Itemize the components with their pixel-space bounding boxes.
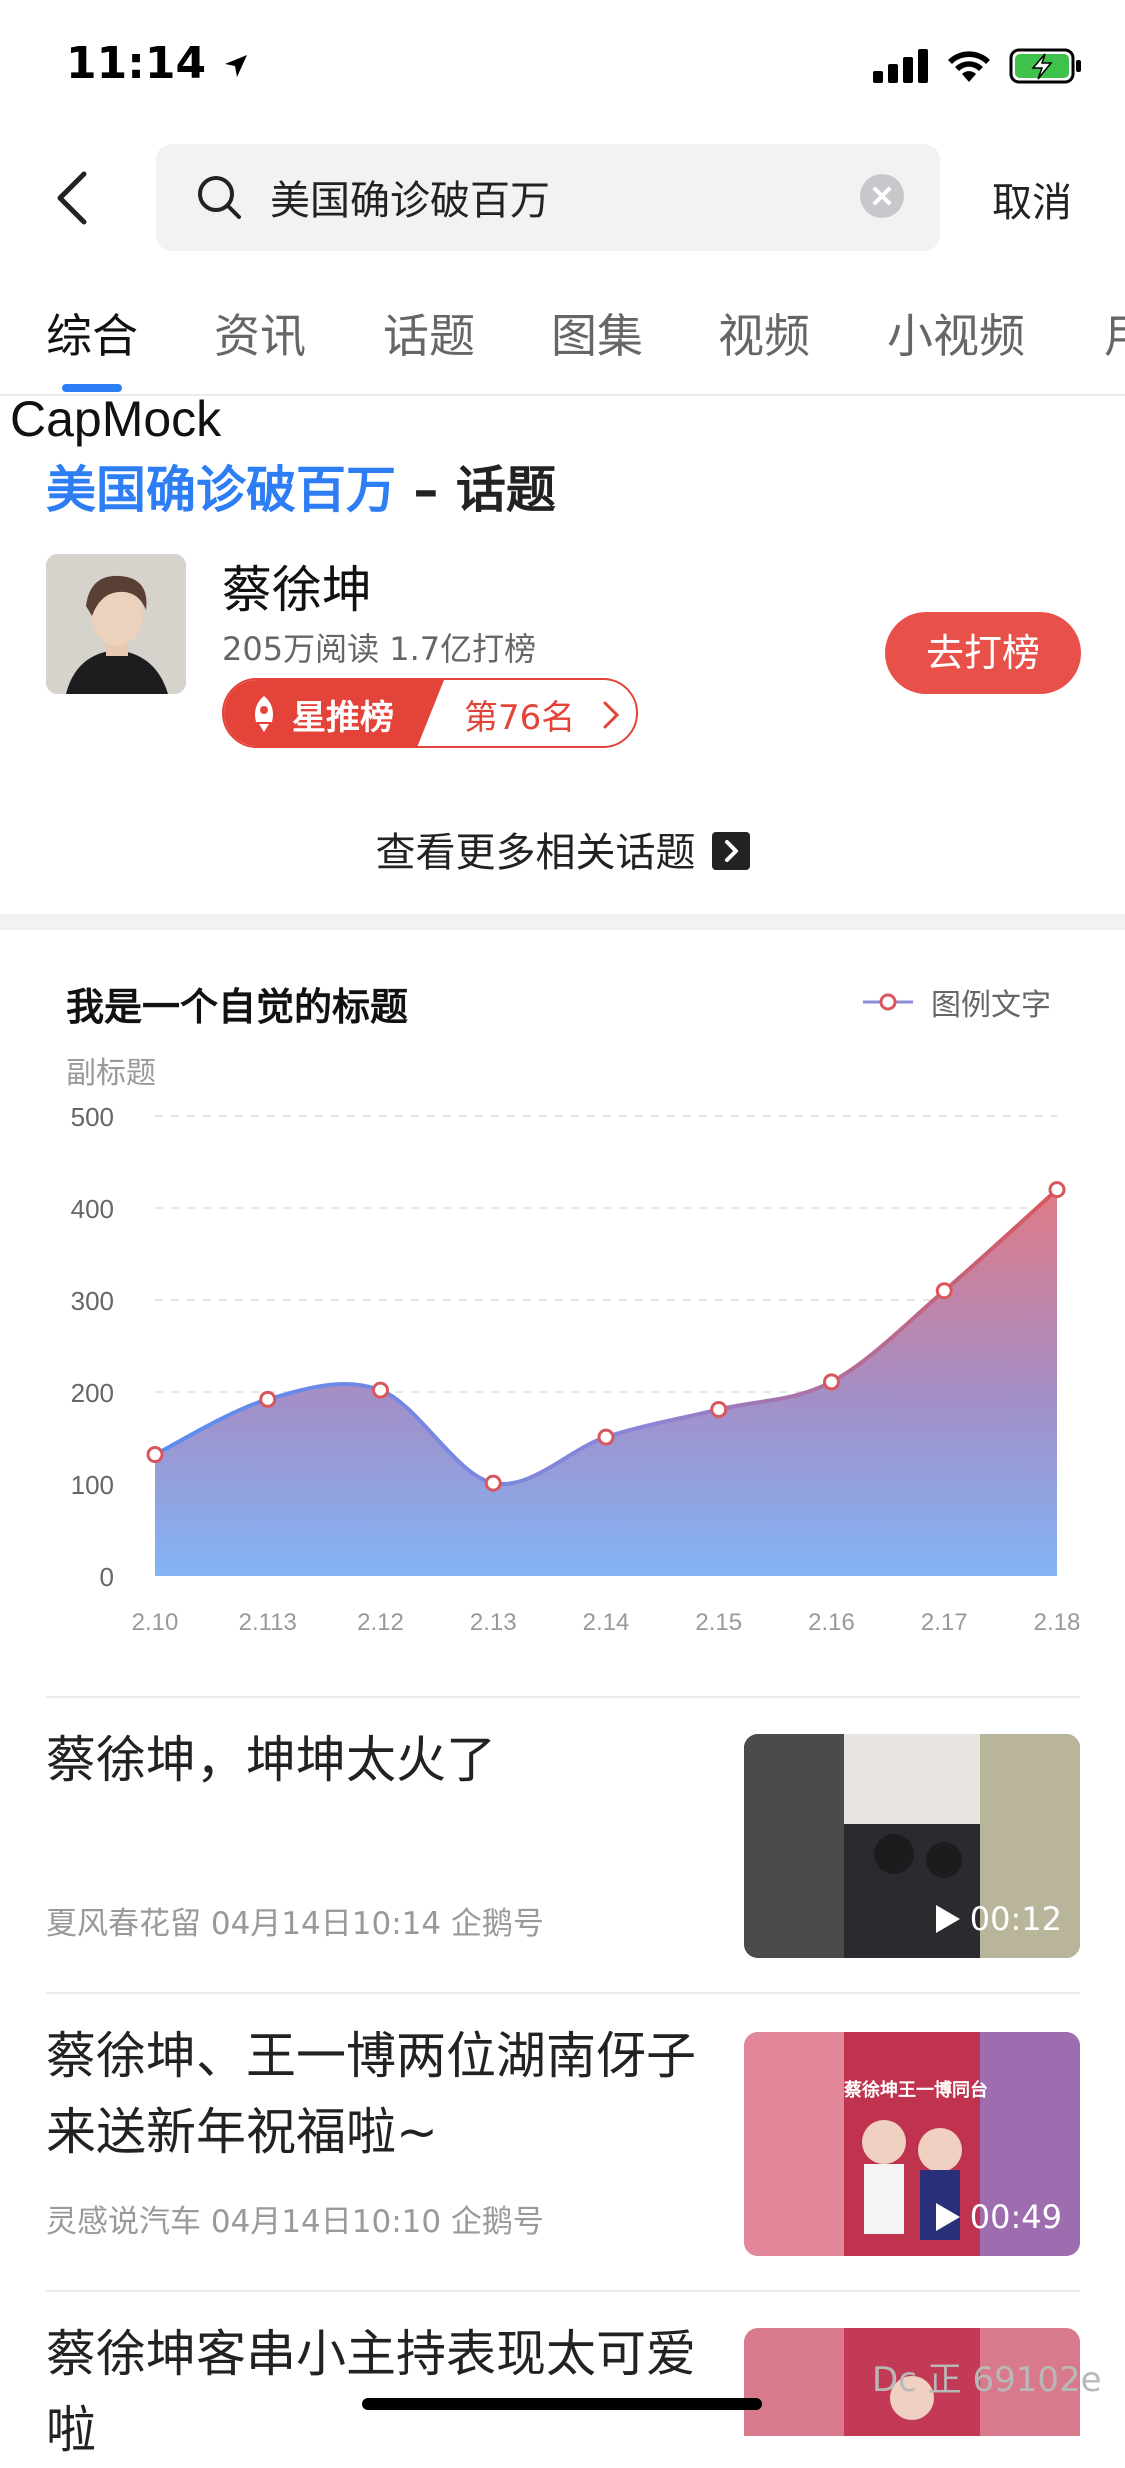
list-separator [46,1992,1080,1994]
chart-subtitle: 副标题 [66,1056,156,1091]
list-separator [46,2290,1080,2292]
tab-news[interactable]: 资讯 [214,300,306,366]
more-topics-label: 查看更多相关话题 [375,830,696,876]
news-meta: 灵感说汽车 04月14日10:10 企鹅号 [46,2204,544,2240]
status-time-text: 11:14 [66,38,207,89]
y-tick-label: 500 [71,1102,114,1132]
x-tick-label: 2.18 [1034,1609,1081,1636]
person-stats: 205万阅读 1.7亿打榜 [222,630,537,668]
watermark-text: Dc 正 69102e [872,2360,1102,2400]
avatar[interactable] [46,554,186,694]
home-indicator [362,2398,762,2410]
search-query: 美国确诊破百万 [270,178,550,224]
video-duration-text: 00:12 [969,1900,1062,1938]
person-photo [46,554,186,694]
news-meta: 夏风春花留 04月14日10:14 企鹅号 [46,1906,544,1942]
star-badge-rank: 第76名 [464,698,576,738]
data-point [484,1474,502,1492]
x-axis-ticks: 2.10 2.113 2.12 2.13 2.14 2.15 2.16 2.17 2.18 [132,1609,1081,1636]
chart-title: 我是一个自觉的标题 [66,985,409,1029]
tab-short-video[interactable]: 小视频 [887,300,1025,366]
data-point [823,1373,840,1391]
chevron-right-icon [603,701,620,729]
data-point [597,1428,615,1446]
news-title[interactable]: 蔡徐坤、王一博两位湖南伢子来送新年祝福啦~ [46,2018,716,2170]
more-topics-link[interactable]: 查看更多相关话题 [0,820,1125,878]
rocket-icon [255,696,273,732]
x-tick-label: 2.16 [808,1609,855,1636]
chart-legend: 图例文字 [863,980,1051,1024]
vote-button[interactable]: 去打榜 [885,612,1081,694]
video-duration-text: 00:49 [969,2198,1062,2236]
close-icon [873,187,891,205]
search-input[interactable]: 美国确诊破百万 [156,144,940,251]
legend-marker [863,993,913,1011]
star-rank-badge[interactable]: 星推榜 第76名 [222,678,638,748]
tab-overview[interactable]: 综合 [46,300,138,366]
tab-user[interactable]: 用 [1104,300,1125,366]
list-separator [46,1696,1080,1698]
news-title[interactable]: 蔡徐坤，坤坤太火了 [46,1722,716,1798]
x-tick-label: 2.13 [470,1609,517,1636]
topic-suffix: – 话题 [396,461,556,519]
data-point [372,1381,389,1399]
tab-video[interactable]: 视频 [718,300,810,366]
clear-search-icon[interactable] [860,174,904,218]
topic-highlight: 美国确诊破百万 [46,461,396,519]
data-point [259,1390,277,1408]
x-tick-label: 2.10 [132,1609,179,1636]
video-duration: 00:49 [935,2198,1062,2236]
cellular-signal-icon [873,49,928,83]
back-button[interactable] [52,168,92,228]
legend-label: 图例文字 [931,988,1051,1023]
topic-title[interactable]: 美国确诊破百万 – 话题 [46,450,556,522]
y-tick-label: 200 [71,1378,114,1408]
data-point [146,1446,164,1464]
tab-topics[interactable]: 话题 [383,300,475,366]
video-thumbnail[interactable]: 00:12 [744,1734,1080,1958]
battery-charging-icon [1009,48,1081,84]
y-tick-label: 400 [71,1194,114,1224]
y-axis-ticks: 0 100 200 300 400 500 [71,1102,114,1592]
star-badge-label: 星推榜 [292,698,394,738]
thumbnail-caption: 蔡徐坤王一博同台 [844,2080,988,2101]
series-area [155,1189,1057,1576]
data-point [1048,1181,1066,1199]
person-name[interactable]: 蔡徐坤 [222,550,372,622]
y-tick-label: 100 [71,1470,114,1500]
x-tick-label: 2.14 [583,1609,630,1636]
search-icon [198,176,241,219]
video-thumbnail[interactable]: 蔡徐坤王一博同台 00:49 [744,2032,1080,2256]
wifi-icon [948,51,990,82]
arrow-right-icon [711,832,750,870]
location-arrow-icon [225,55,248,77]
chevron-left-icon [57,171,87,225]
tab-gallery[interactable]: 图集 [551,300,643,366]
status-icons [873,48,1083,84]
data-point [935,1282,953,1300]
x-tick-label: 2.15 [695,1609,742,1636]
overlay-label: CapMock [10,391,222,447]
line-area-chart: 0100200300400500 2.10 2.113 2.12 2.13 2.14 2.… [71,1102,1081,1636]
data-point [710,1400,728,1418]
cancel-button[interactable]: 取消 [992,170,1072,228]
tab-bar: 综合 资讯 话题 图集 视频 小视频 用 [0,290,1125,396]
status-time: 11:14 [66,38,251,89]
play-icon [935,2203,960,2231]
x-tick-label: 2.12 [357,1609,404,1636]
section-divider [0,914,1125,930]
play-icon [935,1905,960,1933]
y-tick-label: 0 [100,1562,114,1592]
x-tick-label: 2.17 [921,1609,968,1636]
video-duration: 00:12 [935,1900,1062,1938]
news-title[interactable]: 蔡徐坤客串小主持表现太可爱啦 [46,2316,716,2468]
x-tick-label: 2.113 [239,1609,297,1636]
y-tick-label: 300 [71,1286,114,1316]
